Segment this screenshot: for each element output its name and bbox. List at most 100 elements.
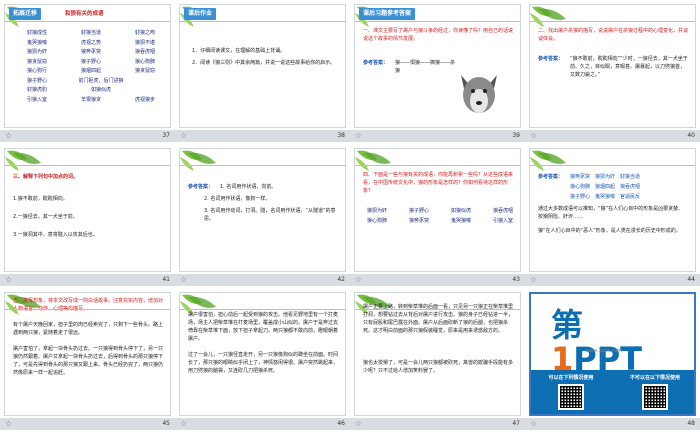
header-divider — [530, 21, 695, 22]
slide-cell-48[interactable]: 第1PPT www.1ppt.com 可以在下列情况使用 不可以在以下情况使用 … — [525, 288, 700, 432]
logo-url: www.1ppt.com — [585, 348, 623, 354]
slide-text-line: 2.一狼径去，其一犬坐于前。 — [13, 214, 78, 220]
slide-number: 44 — [687, 276, 695, 283]
slide-footer: ☆ 44 — [525, 274, 700, 286]
slide-footer: ☆ 42 — [175, 274, 350, 286]
slide-cell-37[interactable]: 拓展迁移 和狼有关的成语 豺狼成性 豺狼当道 豺狼之吻 鬼哭狼嚎 虎视之势 狼狈不堪 狼… — [0, 0, 175, 144]
slide-number: 38 — [337, 132, 345, 139]
slide-answer: 狼——惧狼——御狼——杀狼 — [395, 60, 456, 74]
slide-footer: ☆ 41 — [0, 274, 175, 286]
slide-cell-46[interactable]: 屠户很害怕，担心前后一起受到狼的攻击。他看见野地里有一个打麦场，场主人把柴草堆在… — [175, 288, 350, 432]
answer-label: 参考答案： — [188, 184, 214, 190]
header-divider — [180, 309, 345, 310]
slide-text-line: 狼也太狡猾了，可是一会儿两只狼都被砍死，禽兽的欺骗手段能有多少呢？只不过给人增加… — [363, 360, 514, 374]
slide-number: 37 — [162, 132, 170, 139]
slide-number: 45 — [162, 420, 170, 427]
slide-footer: ☆ 40 — [525, 130, 700, 142]
slide-cell-44[interactable]: 参考答案： 狼奔豕突 狼狈为奸 豺狼当道 狼心狗肺 狼烟四起 狼吞虎咽 狼子野心… — [525, 144, 700, 288]
answer-label: 参考答案： — [538, 56, 564, 62]
slide-cell-39[interactable]: 课后习题参考答案 一、课文主要写了屠户与狼斗争的经过，你读懂了吗？用自己的话说说… — [350, 0, 525, 144]
slide-thumbnail[interactable]: 三、解释下列句中加点的词。 1.狼不敢前，眈眈相向。 2.一狼径去，其一犬坐于前… — [4, 148, 171, 272]
header-divider — [355, 309, 520, 310]
first-ppt-logo: 第1PPT — [551, 306, 642, 378]
transition-star-icon[interactable]: ☆ — [5, 131, 15, 141]
transition-star-icon[interactable]: ☆ — [530, 419, 540, 429]
transition-star-icon[interactable]: ☆ — [355, 131, 365, 141]
header-divider — [180, 165, 345, 166]
slide-cell-43[interactable]: 四、下面是一些与狼有关的成语，你能再积累一些吗？从这些成语来看，在中国传统文化中… — [350, 144, 525, 288]
header-divider — [180, 21, 345, 22]
slide-tag: 课后作业 — [184, 8, 217, 20]
slide-text-line: 3. 名词用作动词，打洞。隧，名词用作状语，“从隧道”的意思。 — [204, 208, 336, 222]
slide-cell-38[interactable]: 课后作业 1．仔细阅读课文，在理解的基础上背诵。 2．阅读《狼三则》中其余两篇，… — [175, 0, 350, 144]
transition-star-icon[interactable]: ☆ — [5, 275, 15, 285]
usage-forbidden-panel: 不可以在以下情况使用 — [615, 374, 694, 410]
slide-footer: ☆ 45 — [0, 418, 175, 430]
header-divider — [5, 21, 170, 22]
slide-number: 39 — [512, 132, 520, 139]
leaf-decoration-icon — [5, 149, 65, 175]
usage-forbidden-heading: 不可以在以下情况使用 — [629, 375, 680, 381]
slide-thumbnail-grid: 拓展迁移 和狼有关的成语 豺狼成性 豺狼当道 豺狼之吻 鬼哭狼嚎 虎视之势 狼狈不堪 狼… — [0, 0, 700, 432]
usage-band: 可以在下列情况使用 不可以在以下情况使用 — [531, 370, 694, 414]
transition-star-icon[interactable]: ☆ — [180, 275, 190, 285]
transition-star-icon[interactable]: ☆ — [355, 419, 365, 429]
slide-text-line: 屠户很害怕，担心前后一起受到狼的攻击。他看见野地里有一个打麦场，场主人把柴草堆在… — [188, 312, 339, 342]
slide-thumbnail[interactable]: 五、发挥想象，将本文改写成一则白话故事。注意充实内容，增加对人物语言、动作、心理… — [4, 292, 171, 416]
header-divider — [355, 21, 520, 22]
slide-thumbnail[interactable]: 课后习题参考答案 一、课文主要写了屠户与狼斗争的经过，你读懂了吗？用自己的话说说… — [354, 4, 521, 128]
usage-allowed-heading: 可以在下列情况使用 — [548, 375, 594, 381]
slide-thumbnail[interactable]: 四、下面是一些与狼有关的成语，你能再积累一些吗？从这些成语来看，在中国传统文化中… — [354, 148, 521, 272]
slide-cell-42[interactable]: 参考答案： 1. 名词用作状语，向前。 2. 名词用作状语，像狗一样。 3. 名… — [175, 144, 350, 288]
usage-allowed-panel: 可以在下列情况使用 — [531, 374, 611, 410]
slide-thumbnail[interactable]: 参考答案： 狼奔豕突 狼狈为奸 豺狼当道 狼心狗肺 狼烟四起 狼吞虎咽 狼子野心… — [529, 148, 696, 272]
slide-text-line: 屠户正要上路，转到柴草堆的后面一看，只见另一只狼正在柴草堆里打洞，想要钻过去从背… — [363, 304, 514, 334]
slide-cell-41[interactable]: 三、解释下列句中加点的词。 1.狼不敢前，眈眈相向。 2.一狼径去，其一犬坐于前… — [0, 144, 175, 288]
slide-footer: ☆ 37 — [0, 130, 175, 142]
slide-thumbnail-selected[interactable]: 第1PPT www.1ppt.com 可以在下列情况使用 不可以在以下情况使用 — [529, 292, 696, 416]
slide-cell-40[interactable]: 二、找出屠户杀狼的描写，说说屠户在杀狼过程中的心理变化，并谈谈体会。 参考答案：… — [525, 0, 700, 144]
transition-star-icon[interactable]: ☆ — [180, 419, 190, 429]
header-divider — [5, 309, 170, 310]
slide-text-line: 1.狼不敢前，眈眈相向。 — [13, 196, 68, 202]
slide-text-line: 狼奔豕突 狼狈为奸 豺狼当道 — [570, 174, 641, 180]
slide-text-line: 通过大多数成语可以推知，“狼”在人们心目中的形象是凶狠贪婪、狡猾阴险、奸诈…… — [538, 206, 684, 220]
slide-thumbnail[interactable]: 参考答案： 1. 名词用作状语，向前。 2. 名词用作状语，像狗一样。 3. 名… — [179, 148, 346, 272]
slide-number: 41 — [162, 276, 170, 283]
transition-star-icon[interactable]: ☆ — [5, 419, 15, 429]
slide-footer: ☆ 39 — [350, 130, 525, 142]
slide-number: 46 — [337, 420, 345, 427]
transition-star-icon[interactable]: ☆ — [530, 275, 540, 285]
slide-footer: ☆ 46 — [175, 418, 350, 430]
slide-thumbnail[interactable]: 二、找出屠户杀狼的描写，说说屠户在杀狼过程中的心理变化，并谈谈体会。 参考答案：… — [529, 4, 696, 128]
header-divider — [530, 165, 695, 166]
slide-cell-45[interactable]: 五、发挥想象，将本文改写成一则白话故事。注意充实内容，增加对人物语言、动作、心理… — [0, 288, 175, 432]
slide-number: 40 — [687, 132, 695, 139]
transition-star-icon[interactable]: ☆ — [355, 275, 365, 285]
slide-number: 47 — [512, 420, 520, 427]
slide-heading: 和狼有关的成语 — [65, 11, 104, 17]
slide-question: 三、解释下列句中加点的词。 — [13, 174, 79, 180]
qr-code-icon — [642, 384, 668, 410]
slide-text-line: 3.一狼洞其中，意将隧入以攻其后也。 — [13, 232, 98, 238]
slide-cell-47[interactable]: 屠户正要上路，转到柴草堆的后面一看，只见另一只狼正在柴草堆里打洞，想要钻过去从背… — [350, 288, 525, 432]
slide-text-line: 过了一会儿，一只狼径直走开，另一只狼像狗似的蹲坐在前面。时间长了，那只狼的眼睛似… — [188, 352, 339, 374]
slide-text-line: 1．仔细阅读课文，在理解的基础上背诵。 — [192, 48, 286, 54]
slide-thumbnail[interactable]: 拓展迁移 和狼有关的成语 豺狼成性 豺狼当道 豺狼之吻 鬼哭狼嚎 虎视之势 狼狈不堪 狼… — [4, 4, 171, 128]
slide-question: 五、发挥想象，将本文改写成一则白话故事。注意充实内容，增加对人物语言、动作、心理… — [13, 298, 164, 312]
slide-question: 四、下面是一些与狼有关的成语，你能再积累一些吗？从这些成语来看，在中国传统文化中… — [363, 172, 514, 194]
slide-text-line: 狼子野心 鬼哭狼嚎 官逼民反 — [570, 194, 641, 200]
slide-thumbnail[interactable]: 屠户正要上路，转到柴草堆的后面一看，只见另一只狼正在柴草堆里打洞，想要钻过去从背… — [354, 292, 521, 416]
transition-star-icon[interactable]: ☆ — [180, 131, 190, 141]
header-divider — [5, 165, 170, 166]
wolf-image — [455, 71, 503, 117]
slide-thumbnail[interactable]: 课后作业 1．仔细阅读课文，在理解的基础上背诵。 2．阅读《狼三则》中其余两篇，… — [179, 4, 346, 128]
slide-thumbnail[interactable]: 屠户很害怕，担心前后一起受到狼的攻击。他看见野地里有一个打麦场，场主人把柴草堆在… — [179, 292, 346, 416]
slide-text-line: 2. 名词用作状语，像狗一样。 — [204, 196, 271, 202]
slide-footer: ☆ 43 — [350, 274, 525, 286]
slide-footer: ☆ 47 — [350, 418, 525, 430]
slide-number: 42 — [337, 276, 345, 283]
transition-star-icon[interactable]: ☆ — [530, 131, 540, 141]
slide-answer: “狼不敢前，眈眈相向”“少时，一狼径去，其一犬坐于前。久之，目似瞑，意暇甚。屠暴… — [570, 56, 688, 78]
slide-question: 一、课文主要写了屠户与狼斗争的经过，你读懂了吗？用自己的话说说这个故事的情节发展… — [363, 28, 514, 42]
